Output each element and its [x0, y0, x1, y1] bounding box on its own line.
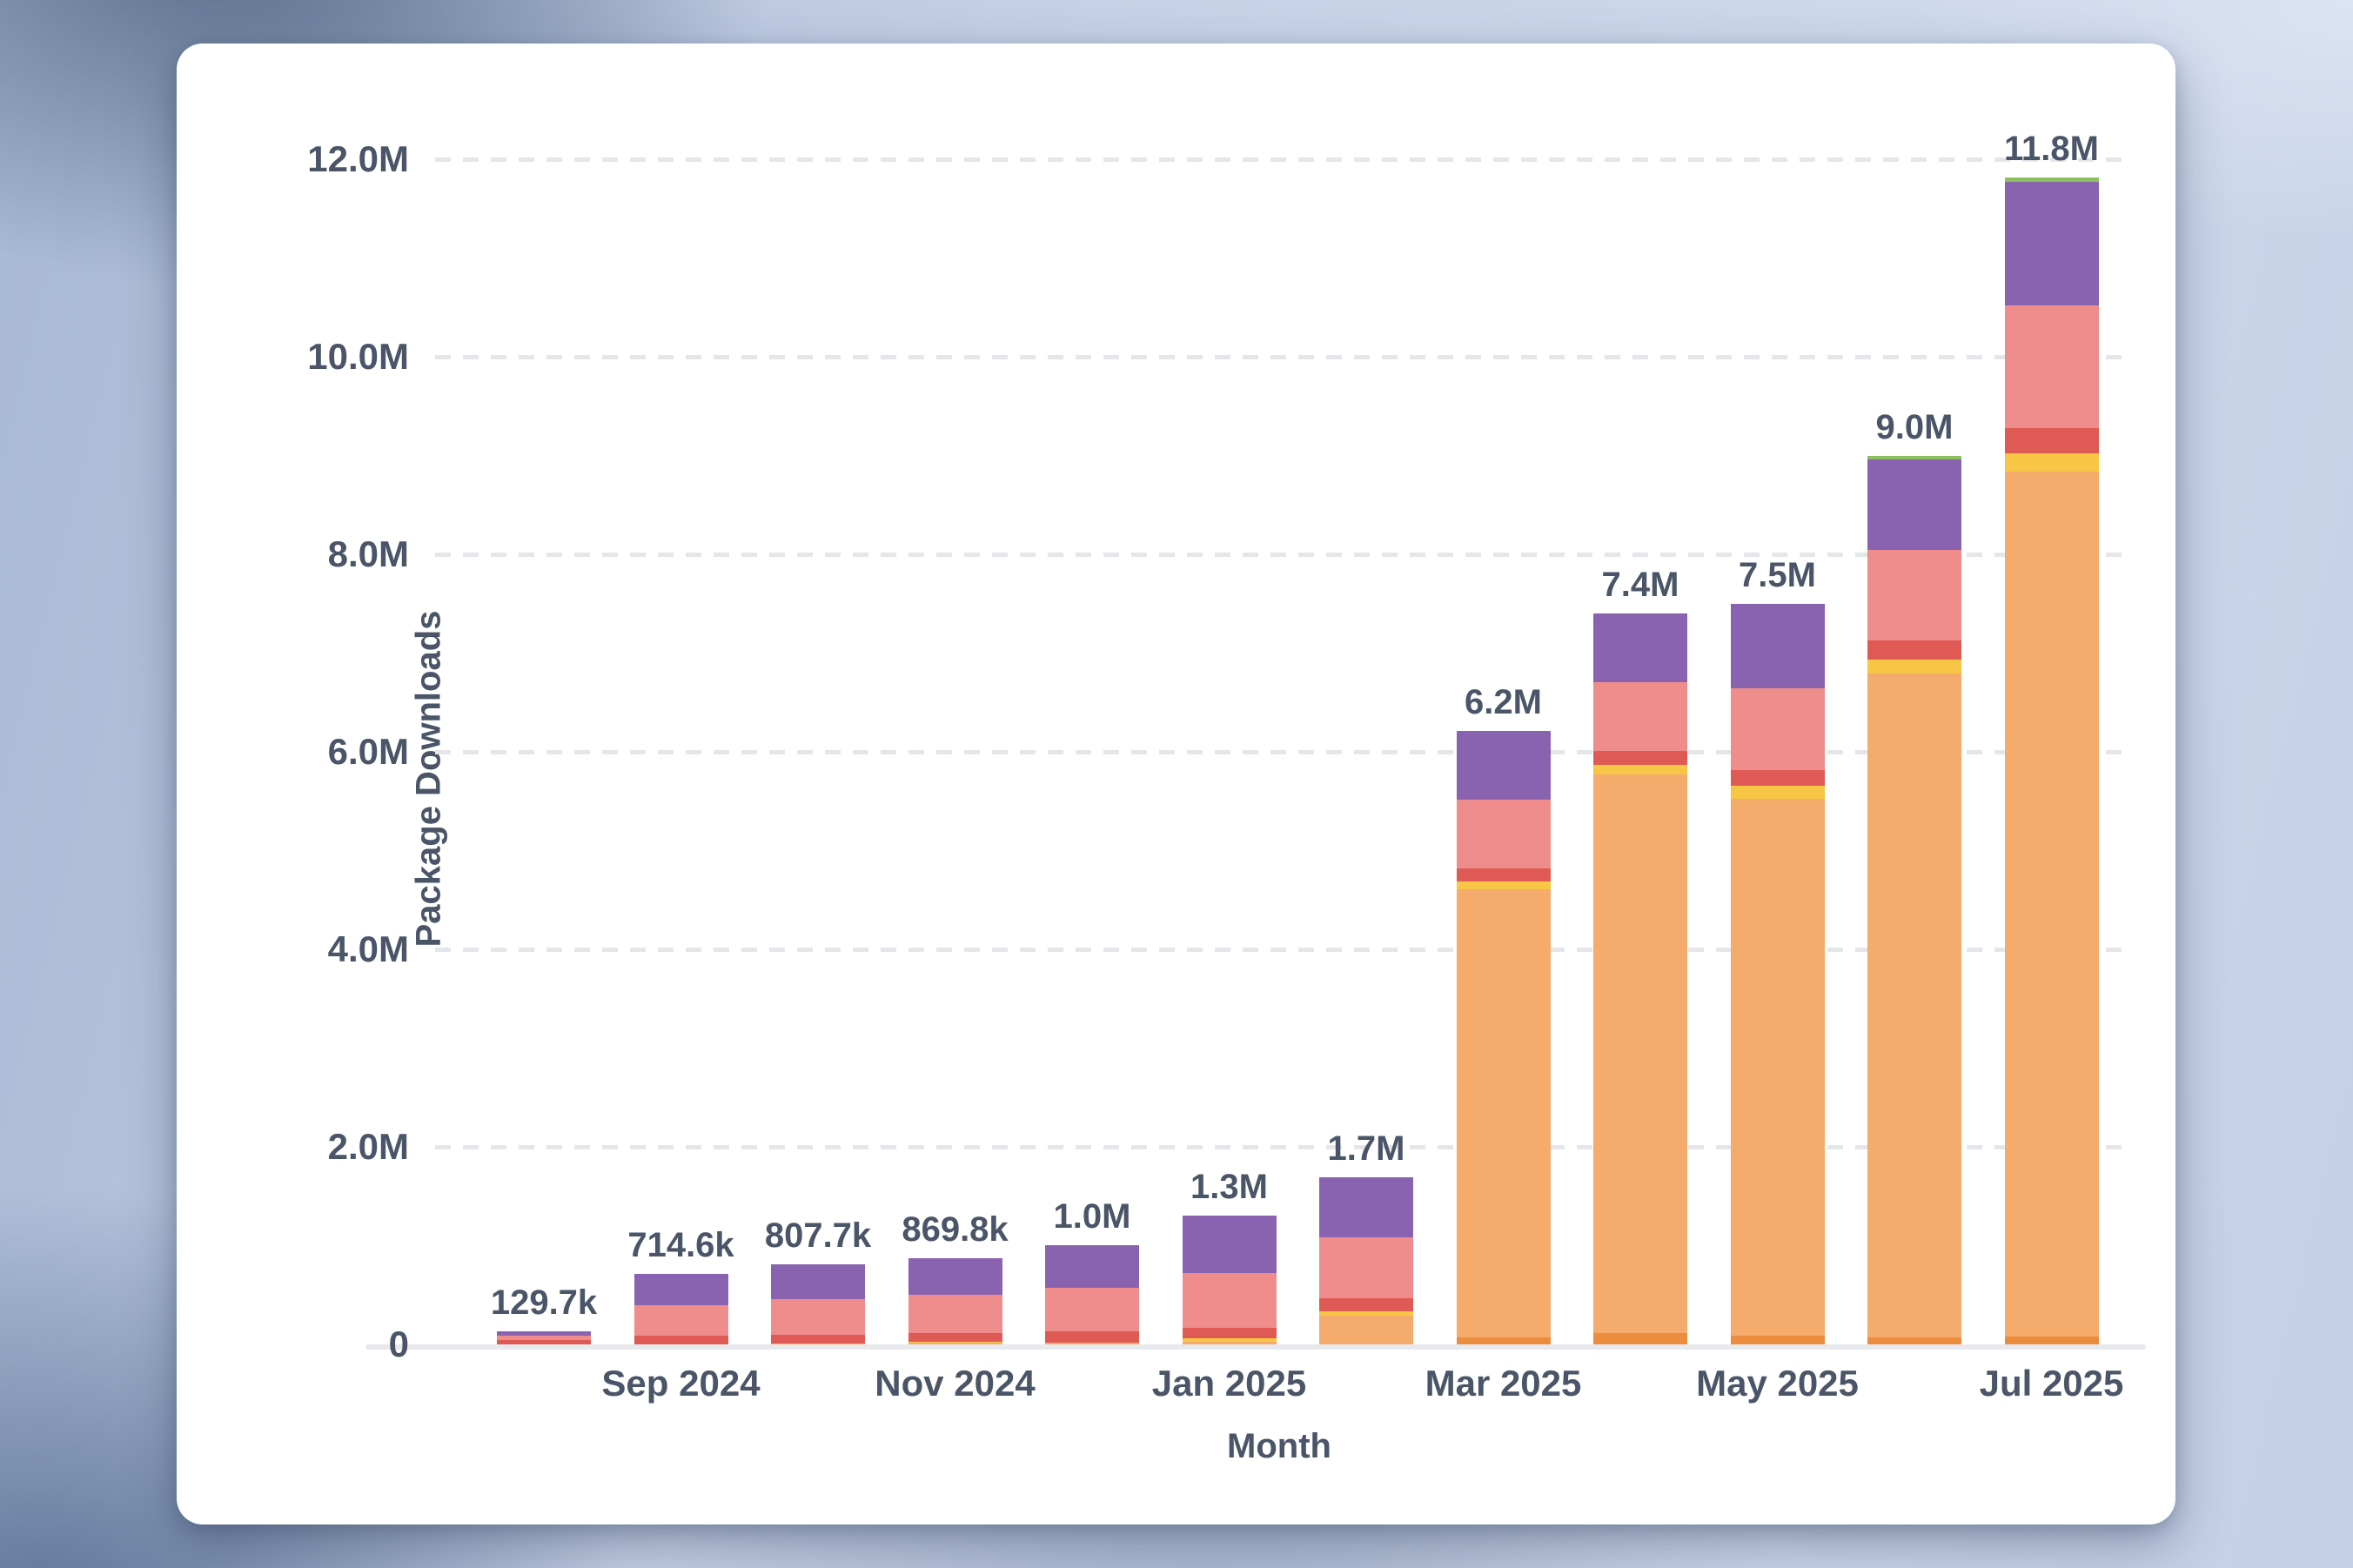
bar-nov-2024-segment-orange[interactable]: [908, 1343, 1002, 1344]
bar-apr-2025-segment-pink[interactable]: [1593, 682, 1687, 751]
bar-dec-2024-segment-orange[interactable]: [1045, 1343, 1139, 1344]
y-tick-label-0: 0: [235, 1323, 409, 1365]
plot-area: 129.7k714.6k807.7k869.8k1.0M1.3M1.7M6.2M…: [435, 131, 2123, 1344]
bar-mar-2025-segment-pink[interactable]: [1457, 800, 1551, 868]
bar-apr-2025-segment-yellow[interactable]: [1593, 765, 1687, 775]
bar-oct-2024-segment-pink[interactable]: [771, 1299, 865, 1335]
bar-jan-2025-segment-pink[interactable]: [1183, 1273, 1277, 1328]
x-tick-label-nov-2024: Nov 2024: [816, 1363, 1095, 1404]
bar-jun-2025-segment-purple[interactable]: [1867, 459, 1961, 550]
bar-aug-2024-segment-pink[interactable]: [497, 1336, 591, 1340]
bar-jan-2025-segment-orange[interactable]: [1183, 1342, 1277, 1344]
y-tick-label-12.0M: 12.0M: [235, 138, 409, 180]
bar-jan-2025-segment-red[interactable]: [1183, 1328, 1277, 1338]
bar-dec-2024-segment-purple[interactable]: [1045, 1245, 1139, 1288]
screenshot-root: { "chart_data": { "type": "bar", "stacke…: [0, 0, 2353, 1568]
bar-may-2025-segment-pink[interactable]: [1731, 688, 1825, 771]
bar-apr-2025-segment-orange[interactable]: [1593, 774, 1687, 1333]
bar-dec-2024-segment-pink[interactable]: [1045, 1288, 1139, 1331]
bar-apr-2025-segment-orange-dark[interactable]: [1593, 1333, 1687, 1344]
bar-jul-2025-segment-green[interactable]: [2005, 178, 2099, 182]
bar-oct-2024-segment-purple[interactable]: [771, 1264, 865, 1298]
bar-may-2025-segment-orange[interactable]: [1731, 799, 1825, 1336]
bar-total-label-may-2025: 7.5M: [1665, 555, 1891, 595]
bar-feb-2025-segment-orange[interactable]: [1319, 1316, 1413, 1344]
bar-jun-2025-segment-green[interactable]: [1867, 456, 1961, 460]
x-tick-label-sep-2024: Sep 2024: [542, 1363, 821, 1404]
bar-feb-2025-segment-red[interactable]: [1319, 1298, 1413, 1310]
bar-may-2025-segment-purple[interactable]: [1731, 604, 1825, 688]
bar-feb-2025-segment-purple[interactable]: [1319, 1177, 1413, 1238]
bar-sep-2024-segment-red[interactable]: [634, 1336, 728, 1344]
bar-jun-2025-segment-red[interactable]: [1867, 640, 1961, 660]
bar-mar-2025-segment-purple[interactable]: [1457, 731, 1551, 801]
bar-jan-2025-segment-yellow[interactable]: [1183, 1338, 1277, 1342]
bar-jul-2025-segment-yellow[interactable]: [2005, 453, 2099, 472]
x-tick-label-mar-2025: Mar 2025: [1364, 1363, 1643, 1404]
bar-total-label-jan-2025: 1.3M: [1116, 1167, 1343, 1207]
bar-total-label-jun-2025: 9.0M: [1801, 407, 2028, 447]
gridline-12.0M: [435, 157, 2123, 162]
x-axis-title: Month: [435, 1427, 2123, 1466]
y-tick-label-6.0M: 6.0M: [235, 731, 409, 773]
bar-may-2025-segment-yellow[interactable]: [1731, 786, 1825, 799]
bar-aug-2024-segment-red[interactable]: [497, 1340, 591, 1344]
bar-mar-2025-segment-orange[interactable]: [1457, 889, 1551, 1337]
bar-sep-2024-segment-purple[interactable]: [634, 1274, 728, 1305]
bar-dec-2024-segment-red[interactable]: [1045, 1331, 1139, 1343]
x-tick-label-may-2025: May 2025: [1639, 1363, 1917, 1404]
x-tick-label-jan-2025: Jan 2025: [1090, 1363, 1369, 1404]
x-tick-label-jul-2025: Jul 2025: [1913, 1363, 2191, 1404]
y-tick-label-8.0M: 8.0M: [235, 533, 409, 575]
bar-jan-2025-segment-purple[interactable]: [1183, 1216, 1277, 1273]
bar-may-2025-segment-red[interactable]: [1731, 770, 1825, 786]
bar-jul-2025-segment-pink[interactable]: [2005, 305, 2099, 428]
bar-jun-2025-segment-orange-dark[interactable]: [1867, 1337, 1961, 1344]
bar-apr-2025-segment-red[interactable]: [1593, 751, 1687, 765]
bar-total-label-feb-2025: 1.7M: [1253, 1129, 1479, 1169]
bar-may-2025-segment-orange-dark[interactable]: [1731, 1336, 1825, 1344]
bar-total-label-mar-2025: 6.2M: [1391, 682, 1617, 722]
bar-total-label-jul-2025: 11.8M: [1939, 129, 2165, 169]
bar-jun-2025-segment-orange[interactable]: [1867, 673, 1961, 1337]
bar-sep-2024-segment-pink[interactable]: [634, 1305, 728, 1336]
y-tick-label-2.0M: 2.0M: [235, 1126, 409, 1168]
bar-nov-2024-segment-purple[interactable]: [908, 1258, 1002, 1295]
bar-feb-2025-segment-pink[interactable]: [1319, 1237, 1413, 1298]
bar-jul-2025-segment-orange-dark[interactable]: [2005, 1337, 2099, 1344]
bar-jun-2025-segment-pink[interactable]: [1867, 550, 1961, 640]
bar-jul-2025-segment-purple[interactable]: [2005, 182, 2099, 305]
y-tick-label-4.0M: 4.0M: [235, 928, 409, 970]
bar-jun-2025-segment-yellow[interactable]: [1867, 660, 1961, 673]
bar-nov-2024-segment-red[interactable]: [908, 1333, 1002, 1342]
gridline-10.0M: [435, 355, 2123, 359]
x-axis-baseline: [365, 1344, 2146, 1350]
bar-nov-2024-segment-pink[interactable]: [908, 1295, 1002, 1333]
bar-jul-2025-segment-red[interactable]: [2005, 428, 2099, 452]
bar-oct-2024-segment-red[interactable]: [771, 1335, 865, 1344]
bar-mar-2025-segment-yellow[interactable]: [1457, 881, 1551, 889]
y-tick-label-10.0M: 10.0M: [235, 336, 409, 378]
bar-mar-2025-segment-orange-dark[interactable]: [1457, 1337, 1551, 1344]
bar-apr-2025-segment-purple[interactable]: [1593, 613, 1687, 682]
bar-mar-2025-segment-red[interactable]: [1457, 868, 1551, 881]
bar-total-label-aug-2024: 129.7k: [431, 1283, 657, 1323]
bar-aug-2024-segment-purple[interactable]: [497, 1331, 591, 1336]
bar-jul-2025-segment-orange[interactable]: [2005, 472, 2099, 1337]
bar-feb-2025-segment-yellow[interactable]: [1319, 1311, 1413, 1316]
